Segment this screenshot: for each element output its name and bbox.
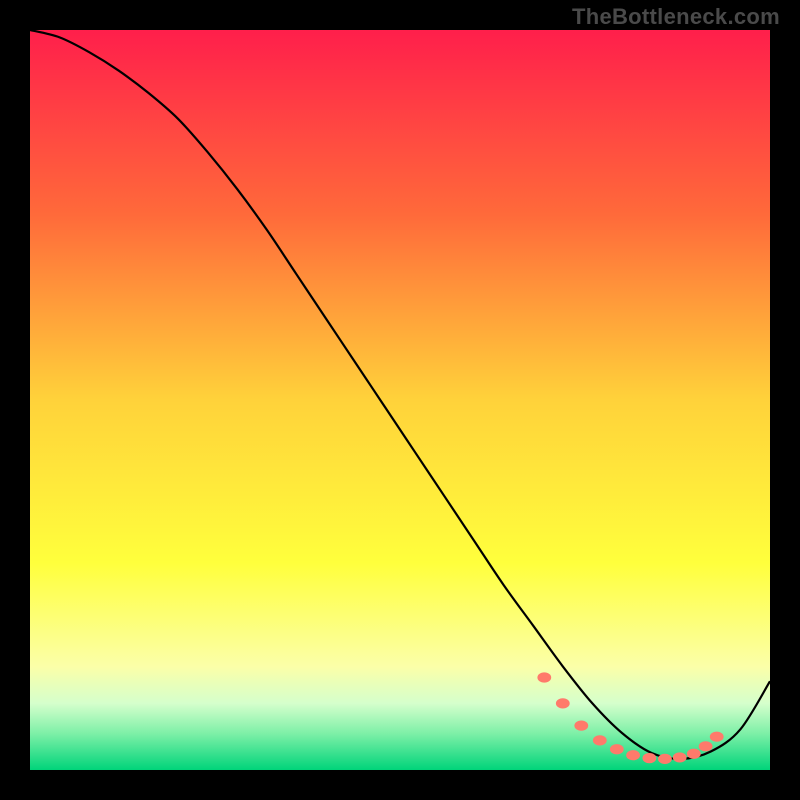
gradient-background bbox=[30, 30, 770, 770]
curve-dot bbox=[593, 735, 607, 745]
curve-dot bbox=[673, 752, 687, 762]
curve-dot bbox=[574, 721, 588, 731]
bottleneck-chart bbox=[30, 30, 770, 770]
curve-dot bbox=[658, 754, 672, 764]
watermark-text: TheBottleneck.com bbox=[572, 4, 780, 30]
curve-dot bbox=[556, 698, 570, 708]
curve-dot bbox=[537, 672, 551, 682]
curve-dot bbox=[626, 750, 640, 760]
chart-outer: TheBottleneck.com bbox=[0, 0, 800, 800]
curve-dot bbox=[610, 744, 624, 754]
curve-dot bbox=[699, 741, 713, 751]
curve-dot bbox=[710, 732, 724, 742]
curve-dot bbox=[642, 753, 656, 763]
plot-viewport bbox=[30, 30, 770, 770]
curve-dot bbox=[687, 749, 701, 759]
